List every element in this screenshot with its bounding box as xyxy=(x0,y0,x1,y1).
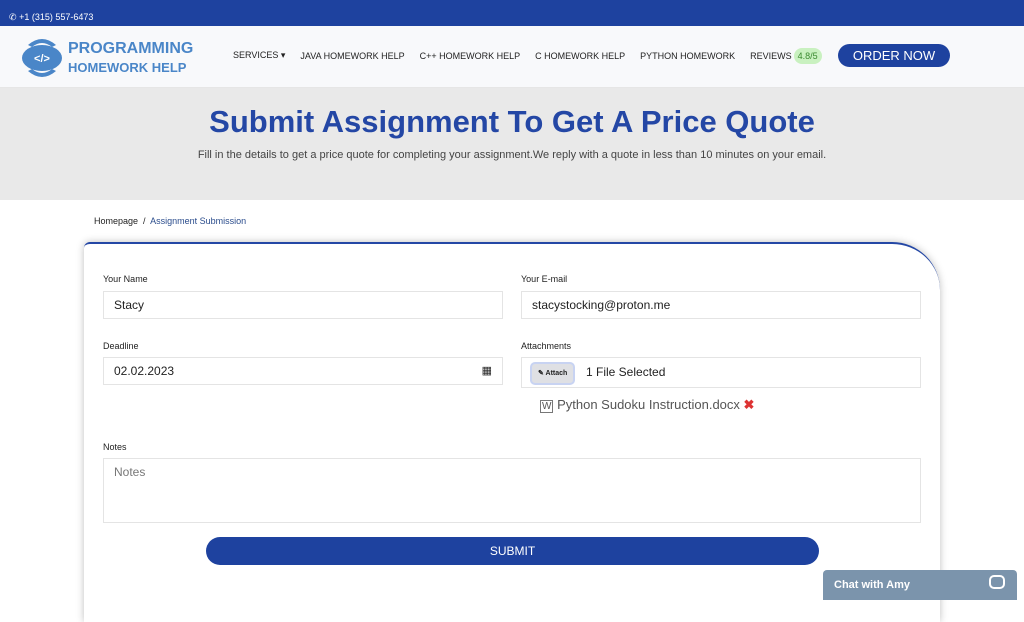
email-input[interactable]: stacystocking@proton.me xyxy=(521,291,921,319)
site-header: </> PROGRAMMING HOMEWORK HELP SERVICES ▾ … xyxy=(0,26,1024,88)
caret-down-icon: ▾ xyxy=(280,50,286,60)
whatsapp-icon: ✆ xyxy=(9,12,17,22)
breadcrumb-separator: / xyxy=(143,216,146,226)
logo-line2: HOMEWORK HELP xyxy=(68,60,187,75)
logo-globe-icon: </> xyxy=(22,39,62,77)
nav-python[interactable]: PYTHON HOMEWORK xyxy=(640,51,735,61)
chat-widget[interactable]: Chat with Amy xyxy=(823,570,1017,600)
top-bar: ✆ +1 (315) 557-6473 xyxy=(0,0,1024,26)
main-nav: SERVICES ▾ JAVA HOMEWORK HELP C++ HOMEWO… xyxy=(233,47,822,64)
attachments-input: ✎ Attach 1 File Selected xyxy=(521,357,921,388)
remove-file-icon[interactable]: ✖ xyxy=(744,397,755,412)
nav-c[interactable]: C HOMEWORK HELP xyxy=(535,51,625,61)
attachments-label: Attachments xyxy=(521,341,572,351)
attached-file: W Python Sudoku Instruction.docx ✖ xyxy=(540,397,754,413)
notes-label: Notes xyxy=(103,442,127,452)
nav-reviews[interactable]: REVIEWS 4.8/5 xyxy=(750,47,822,64)
attach-status: 1 File Selected xyxy=(586,365,666,379)
chat-bubble-icon xyxy=(989,575,1005,589)
order-now-button[interactable]: ORDER NOW xyxy=(838,44,950,67)
deadline-input[interactable]: 02.02.2023 ▦ xyxy=(103,357,503,385)
breadcrumb-home[interactable]: Homepage xyxy=(94,216,138,226)
notes-textarea[interactable]: Notes xyxy=(103,458,921,523)
word-file-icon: W xyxy=(540,400,554,413)
nav-java[interactable]: JAVA HOMEWORK HELP xyxy=(300,51,404,61)
attach-button[interactable]: ✎ Attach xyxy=(530,362,576,385)
submit-button[interactable]: SUBMIT xyxy=(206,537,819,565)
file-name: Python Sudoku Instruction.docx xyxy=(557,397,740,412)
page-subtitle: Fill in the details to get a price quote… xyxy=(197,149,827,161)
name-label: Your Name xyxy=(103,274,148,284)
rating-badge: 4.8/5 xyxy=(793,47,822,64)
hero: Submit Assignment To Get A Price Quote F… xyxy=(0,88,1024,200)
name-input[interactable]: Stacy xyxy=(103,291,503,319)
phone-number[interactable]: +1 (315) 557-6473 xyxy=(19,12,93,22)
email-label: Your E-mail xyxy=(521,274,568,284)
logo-line1: PROGRAMMING xyxy=(68,40,194,57)
calendar-icon[interactable]: ▦ xyxy=(482,358,492,384)
nav-services[interactable]: SERVICES ▾ xyxy=(233,50,285,61)
svg-text:</>: </> xyxy=(34,53,50,65)
breadcrumb-current: Assignment Submission xyxy=(150,216,247,226)
assignment-form: Your Name Stacy Your E-mail stacystockin… xyxy=(84,242,940,622)
breadcrumb: Homepage / Assignment Submission xyxy=(94,216,246,226)
nav-cpp[interactable]: C++ HOMEWORK HELP xyxy=(420,51,521,61)
deadline-label: Deadline xyxy=(103,341,139,351)
chat-label: Chat with Amy xyxy=(834,579,910,591)
logo[interactable]: </> PROGRAMMING HOMEWORK HELP xyxy=(20,35,193,81)
page-title: Submit Assignment To Get A Price Quote xyxy=(209,104,815,139)
